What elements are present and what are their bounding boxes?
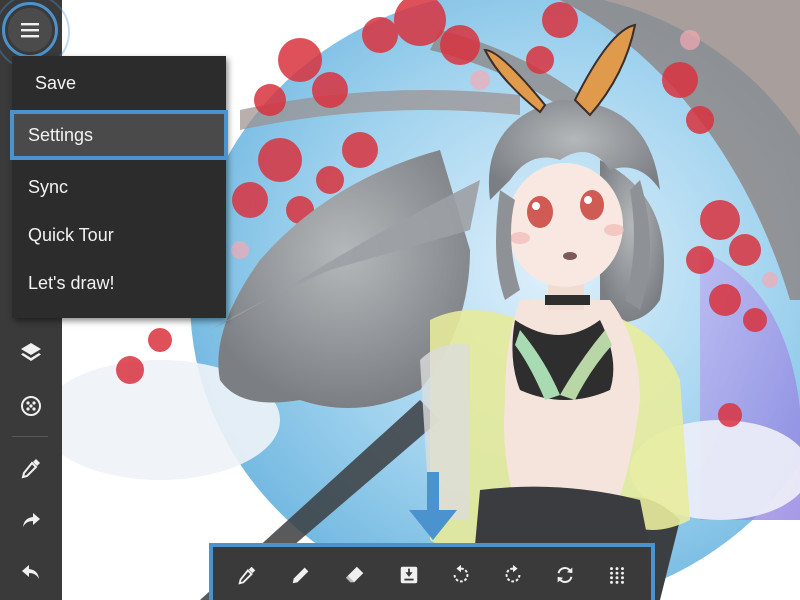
eyedropper-icon[interactable]	[229, 557, 265, 593]
pointer-arrow-icon	[409, 472, 457, 540]
menu-button[interactable]	[8, 8, 52, 52]
undo-icon[interactable]	[0, 550, 62, 594]
menu-item-quick-tour[interactable]: Quick Tour	[12, 212, 226, 258]
menu-item-lets-draw[interactable]: Let's draw!	[12, 260, 226, 306]
layers-icon[interactable]	[0, 330, 62, 374]
brush-palette-icon[interactable]	[0, 384, 62, 428]
grid-icon[interactable]	[599, 557, 635, 593]
menu-item-sync[interactable]: Sync	[12, 164, 226, 210]
redo-icon[interactable]	[0, 498, 62, 542]
menu-item-save[interactable]: Save	[12, 60, 226, 106]
menu-icon	[21, 23, 39, 38]
eraser-icon[interactable]	[337, 557, 373, 593]
bottom-toolbar	[209, 543, 655, 600]
eyedropper-icon[interactable]	[0, 446, 62, 490]
rotate-ccw-icon[interactable]	[443, 557, 479, 593]
import-icon[interactable]	[391, 557, 427, 593]
flip-icon[interactable]	[547, 557, 583, 593]
pencil-icon[interactable]	[283, 557, 319, 593]
rotate-cw-icon[interactable]	[495, 557, 531, 593]
toolbar-divider	[12, 436, 48, 437]
menu-item-settings[interactable]: Settings	[10, 110, 228, 160]
main-menu-dropdown: Save Settings Sync Quick Tour Let's draw…	[10, 56, 228, 318]
